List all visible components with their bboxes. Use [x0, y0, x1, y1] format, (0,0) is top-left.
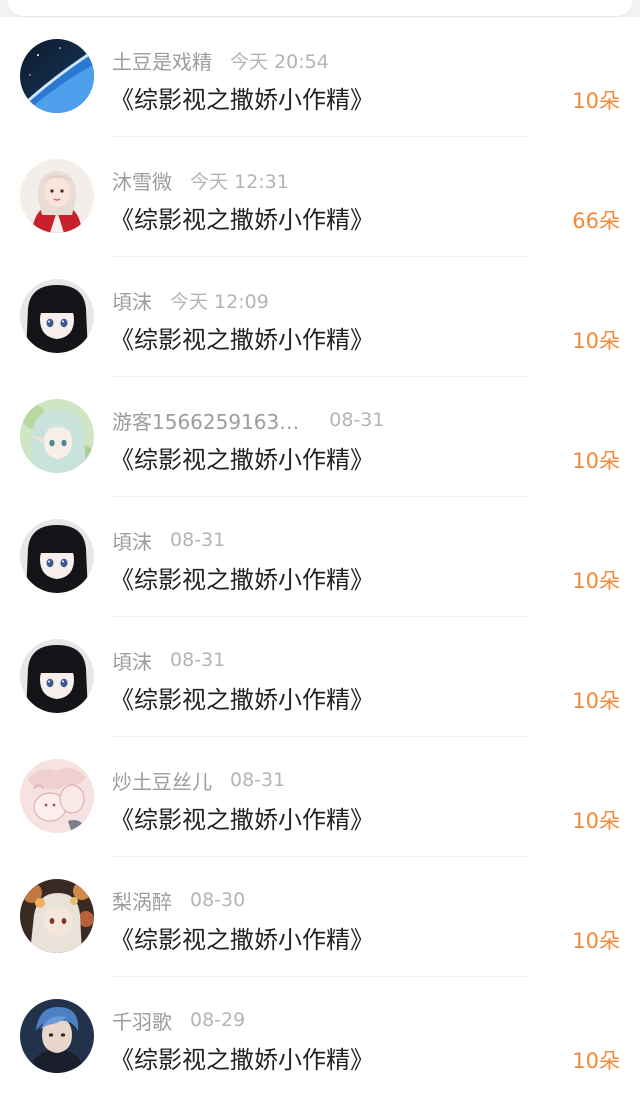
book-title[interactable]: 《综影视之撒娇小作精》: [110, 80, 374, 115]
top-card-edge: [8, 0, 632, 16]
avatar[interactable]: [20, 639, 94, 713]
anime-black-hair-avatar-icon: [20, 279, 94, 353]
avatar[interactable]: [20, 399, 94, 473]
user-name[interactable]: 梨涡醉: [112, 886, 172, 915]
user-name[interactable]: 土豆是戏精: [112, 46, 212, 75]
record-time: 今天 20:54: [230, 50, 329, 73]
book-title[interactable]: 《综影视之撒娇小作精》: [110, 200, 374, 235]
girl-red-dress-avatar-icon: [20, 159, 94, 233]
top-strip: [0, 0, 640, 17]
book-title[interactable]: 《综影视之撒娇小作精》: [110, 560, 374, 595]
list-item[interactable]: 游客1566259163… 08-31 《综影视之撒娇小作精》 10朵: [0, 377, 640, 497]
record-meta: 頃沫 今天 12:09: [112, 286, 269, 315]
pink-sketch-avatar-icon: [20, 759, 94, 833]
gift-count: 10朵: [572, 929, 620, 953]
record-time: 08-31: [230, 769, 286, 791]
gift-count: 10朵: [572, 689, 620, 713]
list-item[interactable]: 頃沫 08-31 《综影视之撒娇小作精》 10朵: [0, 497, 640, 617]
book-title[interactable]: 《综影视之撒娇小作精》: [110, 440, 374, 475]
gift-count: 10朵: [572, 329, 620, 353]
list-item[interactable]: 土豆是戏精 今天 20:54 《综影视之撒娇小作精》 10朵: [0, 17, 640, 137]
anime-black-hair-avatar-icon: [20, 519, 94, 593]
gift-record-list: 土豆是戏精 今天 20:54 《综影视之撒娇小作精》 10朵 沐雪微 今天 12…: [0, 17, 640, 1097]
book-title[interactable]: 《综影视之撒娇小作精》: [110, 680, 374, 715]
avatar[interactable]: [20, 759, 94, 833]
user-name[interactable]: 頃沫: [112, 526, 152, 555]
record-time: 今天 12:09: [170, 290, 269, 313]
record-time: 08-31: [329, 409, 385, 431]
list-item[interactable]: 梨涡醉 08-30 《综影视之撒娇小作精》 10朵: [0, 857, 640, 977]
list-item[interactable]: 沐雪微 今天 12:31 《综影视之撒娇小作精》 66朵: [0, 137, 640, 257]
record-time: 08-29: [190, 1009, 246, 1031]
book-title[interactable]: 《综影视之撒娇小作精》: [110, 320, 374, 355]
gift-count: 10朵: [572, 89, 620, 113]
avatar[interactable]: [20, 879, 94, 953]
gift-count: 10朵: [572, 1049, 620, 1073]
avatar[interactable]: [20, 39, 94, 113]
gift-count: 66朵: [572, 209, 620, 233]
gift-count: 10朵: [572, 449, 620, 473]
gift-count: 10朵: [572, 569, 620, 593]
record-meta: 梨涡醉 08-30: [112, 886, 246, 915]
record-meta: 頃沫 08-31: [112, 526, 226, 555]
record-meta: 游客1566259163… 08-31: [112, 406, 385, 435]
book-title[interactable]: 《综影视之撒娇小作精》: [110, 920, 374, 955]
record-meta: 千羽歌 08-29: [112, 1006, 246, 1035]
user-name[interactable]: 頃沫: [112, 646, 152, 675]
record-meta: 炒土豆丝儿 08-31: [112, 766, 286, 795]
planet-earth-avatar-icon: [20, 39, 94, 113]
flower-girl-avatar-icon: [20, 879, 94, 953]
avatar[interactable]: [20, 999, 94, 1073]
record-meta: 沐雪微 今天 12:31: [112, 166, 289, 195]
avatar[interactable]: [20, 519, 94, 593]
anime-elf-avatar-icon: [20, 399, 94, 473]
list-item[interactable]: 頃沫 今天 12:09 《综影视之撒娇小作精》 10朵: [0, 257, 640, 377]
user-name[interactable]: 炒土豆丝儿: [112, 766, 212, 795]
record-time: 08-31: [170, 649, 226, 671]
anime-black-hair-avatar-icon: [20, 639, 94, 713]
record-meta: 頃沫 08-31: [112, 646, 226, 675]
gift-count: 10朵: [572, 809, 620, 833]
list-item[interactable]: 千羽歌 08-29 《综影视之撒娇小作精》 10朵: [0, 977, 640, 1097]
user-name[interactable]: 頃沫: [112, 286, 152, 315]
avatar[interactable]: [20, 279, 94, 353]
user-name[interactable]: 游客1566259163…: [112, 406, 299, 435]
list-item[interactable]: 炒土豆丝儿 08-31 《综影视之撒娇小作精》 10朵: [0, 737, 640, 857]
record-meta: 土豆是戏精 今天 20:54: [112, 46, 329, 75]
record-time: 08-30: [190, 889, 246, 911]
user-name[interactable]: 千羽歌: [112, 1006, 172, 1035]
book-title[interactable]: 《综影视之撒娇小作精》: [110, 1040, 374, 1075]
blue-hair-man-avatar-icon: [20, 999, 94, 1073]
book-title[interactable]: 《综影视之撒娇小作精》: [110, 800, 374, 835]
user-name[interactable]: 沐雪微: [112, 166, 172, 195]
record-time: 08-31: [170, 529, 226, 551]
avatar[interactable]: [20, 159, 94, 233]
list-item[interactable]: 頃沫 08-31 《综影视之撒娇小作精》 10朵: [0, 617, 640, 737]
record-time: 今天 12:31: [190, 170, 289, 193]
